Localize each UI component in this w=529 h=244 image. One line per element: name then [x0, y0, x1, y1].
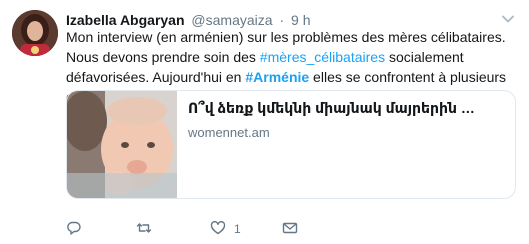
heart-icon [210, 220, 226, 239]
avatar-image [12, 10, 58, 56]
reply-icon [66, 220, 82, 239]
chevron-down-icon[interactable] [501, 12, 515, 26]
card-domain: womennet.am [188, 125, 270, 140]
separator: · [279, 12, 285, 28]
tweet: Izabella Abgaryan @samayaiza · 9 h Mon i… [0, 0, 529, 244]
hashtag-link[interactable]: #mères_célibataires [260, 49, 385, 65]
reply-button[interactable] [66, 220, 90, 238]
like-count: 1 [234, 222, 241, 236]
link-card[interactable]: Ո՞վ ձեռք կմեկնի միայնակ մայրերին … women… [66, 90, 516, 199]
retweet-button[interactable] [136, 220, 160, 238]
envelope-icon [282, 220, 298, 239]
hashtag-link[interactable]: #Arménie [245, 69, 309, 85]
author-handle[interactable]: @samayaiza [191, 12, 272, 28]
retweet-icon [136, 220, 152, 239]
card-title[interactable]: Ո՞վ ձեռք կմեկնի միայնակ մայրերին … [188, 99, 505, 117]
avatar[interactable] [12, 10, 58, 56]
card-body: Ո՞վ ձեռք կմեկնի միայնակ մայրերին … women… [188, 99, 505, 140]
direct-message-button[interactable] [282, 220, 306, 238]
author-name[interactable]: Izabella Abgaryan [66, 12, 185, 28]
card-image [67, 91, 177, 198]
like-button[interactable]: 1 [210, 220, 241, 238]
timestamp[interactable]: 9 h [291, 12, 310, 28]
